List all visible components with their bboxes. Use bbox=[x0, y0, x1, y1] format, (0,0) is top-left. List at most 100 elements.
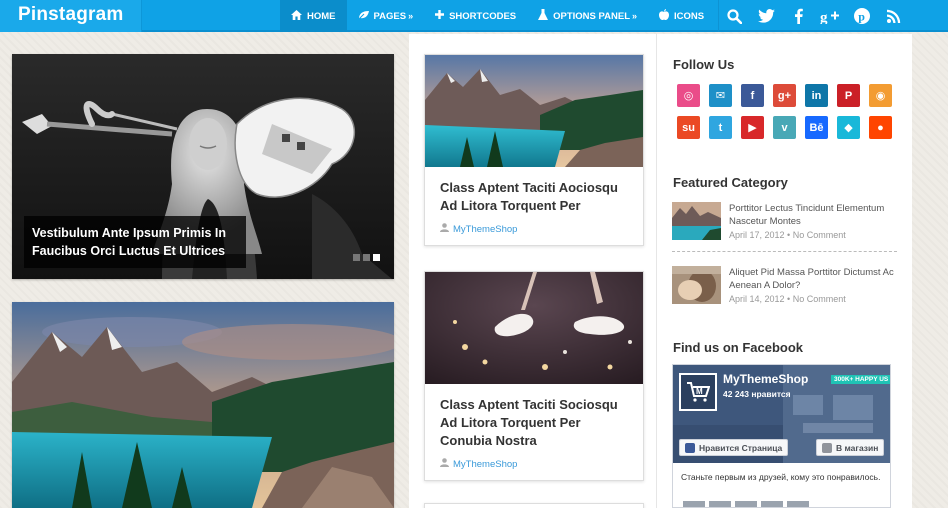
behance-icon[interactable]: Bē bbox=[805, 116, 828, 139]
top-navigation-bar: Pinstagram Home Pages » Shortcodes Optio bbox=[0, 0, 948, 32]
featured-post: Aliquet Pid Massa Porttitor Dictumst Ac … bbox=[672, 266, 898, 312]
facebook-friends-text: Станьте первым из друзей, кому это понра… bbox=[681, 472, 881, 482]
home-icon bbox=[291, 9, 302, 23]
nav-item-home[interactable]: Home bbox=[280, 0, 347, 32]
white-shoes-image bbox=[425, 272, 643, 384]
user-icon bbox=[440, 223, 449, 235]
featured-post-meta: April 14, 2012 • No Comment bbox=[729, 294, 846, 304]
mountain-lake-image bbox=[425, 55, 643, 167]
mountain-lake-image bbox=[672, 202, 721, 240]
stumbleupon-icon[interactable]: su bbox=[677, 116, 700, 139]
linkedin-icon[interactable]: in bbox=[805, 84, 828, 107]
nav-label-pages: Pages bbox=[373, 10, 407, 22]
post-date: April 17, 2012 bbox=[729, 230, 785, 240]
slider-dot[interactable] bbox=[363, 254, 370, 261]
flask-icon bbox=[538, 9, 549, 23]
post-title[interactable]: Class Aptent Taciti Aociosqu Ad Litora T… bbox=[425, 167, 643, 215]
page-logo[interactable]: M bbox=[679, 373, 717, 411]
post-thumbnail[interactable] bbox=[425, 272, 643, 384]
main-content-left: Vestibulum Ante Ipsum Primis In Faucibus… bbox=[0, 34, 408, 508]
delicious-icon[interactable]: ◆ bbox=[837, 116, 860, 139]
widget-title-featured: Featured Category bbox=[673, 175, 788, 190]
post-date: April 14, 2012 bbox=[729, 294, 785, 304]
twitter-icon[interactable]: t bbox=[709, 116, 732, 139]
nav-item-icons[interactable]: Icons bbox=[648, 0, 715, 32]
facebook-like-box: M MyThemeShop 42 243 нравится 300K+ HAPP… bbox=[672, 364, 891, 508]
nav-item-pages[interactable]: Pages » bbox=[347, 0, 425, 32]
slider-pagination bbox=[353, 254, 380, 261]
nav-label-shortcodes: Shortcodes bbox=[449, 10, 517, 22]
post-card[interactable]: Class Aptent Taciti Aociosqu Ad Litora T… bbox=[424, 54, 644, 246]
featured-post-title[interactable]: Aliquet Pid Massa Porttitor Dictumst Ac … bbox=[729, 266, 899, 292]
post-title[interactable]: Class Aptent Taciti Sociosqu Ad Litora T… bbox=[425, 384, 643, 450]
featured-slider[interactable]: Vestibulum Ante Ipsum Primis In Faucibus… bbox=[12, 54, 394, 279]
facebook-cover-image[interactable]: M MyThemeShop 42 243 нравится 300K+ HAPP… bbox=[673, 365, 890, 463]
main-menu: Home Pages » Shortcodes Options Panel » bbox=[280, 0, 715, 32]
twitter-icon[interactable] bbox=[750, 0, 782, 32]
rss-icon[interactable]: ◉ bbox=[869, 84, 892, 107]
featured-post-thumbnail[interactable] bbox=[672, 202, 721, 240]
facebook-like-count: 42 243 нравится bbox=[723, 389, 791, 399]
apple-icon bbox=[659, 9, 670, 23]
sidebar: Follow Us ◎ ✉ f g+ in P ◉ su t ▶ v Bē ◆ … bbox=[656, 34, 912, 508]
cover-badge: 300K+ HAPPY US bbox=[831, 375, 890, 384]
leaf-icon bbox=[357, 10, 369, 23]
featured-post-thumbnail[interactable] bbox=[672, 266, 721, 304]
post-author: MyThemeShop bbox=[425, 450, 643, 480]
comment-count[interactable]: No Comment bbox=[793, 294, 846, 304]
pinterest-icon[interactable]: p bbox=[846, 0, 878, 32]
reddit-icon[interactable]: ● bbox=[869, 116, 892, 139]
user-icon bbox=[440, 458, 449, 470]
mountain-lake-image bbox=[12, 302, 394, 508]
facebook-shop-button[interactable]: В магазин bbox=[816, 439, 885, 456]
slider-caption[interactable]: Vestibulum Ante Ipsum Primis In Faucibus… bbox=[24, 216, 246, 268]
featured-post-meta: April 17, 2012 • No Comment bbox=[729, 230, 846, 240]
avatar[interactable] bbox=[761, 501, 783, 507]
header-social-links: g p bbox=[718, 0, 910, 32]
youtube-icon[interactable]: ▶ bbox=[741, 116, 764, 139]
author-link[interactable]: MyThemeShop bbox=[453, 459, 517, 470]
slider-dot[interactable] bbox=[353, 254, 360, 261]
featured-post: Porttitor Lectus Tincidunt Elementum Nas… bbox=[672, 202, 898, 248]
site-logo[interactable]: Pinstagram bbox=[0, 0, 142, 32]
featured-post-title[interactable]: Porttitor Lectus Tincidunt Elementum Nas… bbox=[729, 202, 899, 228]
avatar[interactable] bbox=[683, 501, 705, 507]
facebook-icon[interactable]: f bbox=[741, 84, 764, 107]
like-button-label: Нравится Страница bbox=[699, 442, 783, 453]
nav-item-options-panel[interactable]: Options Panel » bbox=[527, 0, 648, 32]
portrait-image bbox=[672, 266, 721, 304]
page-background-right bbox=[912, 34, 948, 508]
rss-icon[interactable] bbox=[878, 0, 910, 32]
svg-text:M: M bbox=[696, 387, 703, 396]
shop-icon bbox=[822, 442, 832, 453]
google-plus-icon[interactable]: g bbox=[814, 0, 846, 32]
nav-label-options-panel: Options Panel bbox=[553, 10, 631, 22]
avatar[interactable] bbox=[709, 501, 731, 507]
dribbble-icon[interactable]: ◎ bbox=[677, 84, 700, 107]
post-thumbnail-large[interactable] bbox=[12, 302, 394, 508]
search-icon[interactable] bbox=[718, 0, 750, 32]
avatar[interactable] bbox=[735, 501, 757, 507]
post-card[interactable]: Class Aptent Taciti Sociosqu Ad Litora T… bbox=[424, 271, 644, 481]
nav-label-home: Home bbox=[307, 10, 336, 22]
nav-label-icons: Icons bbox=[674, 10, 705, 22]
pinterest-icon[interactable]: P bbox=[837, 84, 860, 107]
svg-text:g: g bbox=[820, 10, 828, 24]
google-plus-icon[interactable]: g+ bbox=[773, 84, 796, 107]
widget-title-follow: Follow Us bbox=[673, 57, 735, 72]
facebook-like-page-button[interactable]: Нравится Страница bbox=[679, 439, 789, 456]
avatar[interactable] bbox=[787, 501, 809, 507]
facebook-page-name[interactable]: MyThemeShop bbox=[723, 372, 808, 386]
post-thumbnail[interactable] bbox=[425, 55, 643, 167]
slider-dot-active[interactable] bbox=[373, 254, 380, 261]
nav-item-shortcodes[interactable]: Shortcodes bbox=[424, 0, 527, 32]
facebook-icon[interactable] bbox=[782, 0, 814, 32]
shop-button-label: В магазин bbox=[836, 442, 879, 453]
follow-us-icons: ◎ ✉ f g+ in P ◉ su t ▶ v Bē ◆ ● bbox=[677, 84, 893, 139]
comment-count[interactable]: No Comment bbox=[793, 230, 846, 240]
email-icon[interactable]: ✉ bbox=[709, 84, 732, 107]
submenu-caret: » bbox=[632, 11, 638, 21]
vimeo-icon[interactable]: v bbox=[773, 116, 796, 139]
post-card[interactable] bbox=[424, 503, 644, 508]
author-link[interactable]: MyThemeShop bbox=[453, 224, 517, 235]
